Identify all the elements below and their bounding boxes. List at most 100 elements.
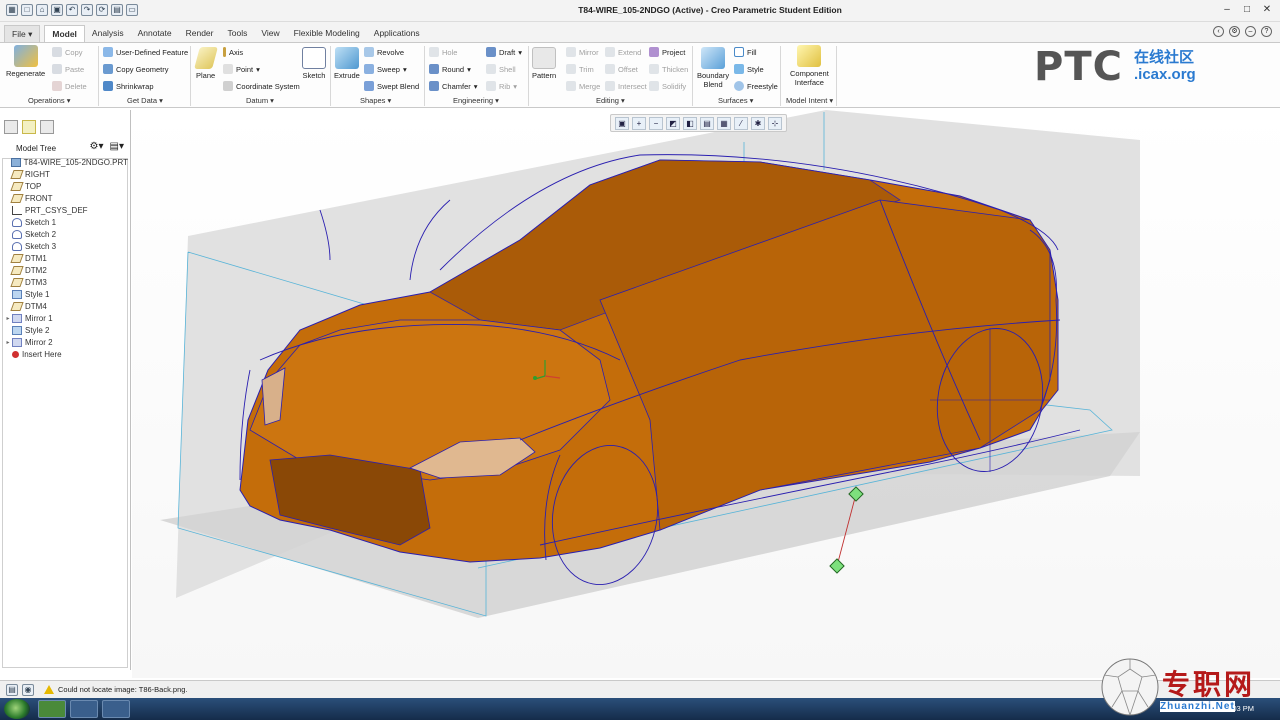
tab-view[interactable]: View	[254, 25, 286, 42]
tree-item[interactable]: Sketch 3	[4, 240, 128, 252]
tree-item[interactable]: Style 1	[4, 288, 128, 300]
tree-expand-icon[interactable]: ▸	[4, 339, 12, 346]
shrinkwrap-button[interactable]: Shrinkwrap	[103, 81, 154, 91]
fill-button[interactable]: Fill	[734, 47, 757, 57]
boundary-blend-button[interactable]: Boundary Blend	[697, 47, 729, 89]
close-icon[interactable]: ✕	[1260, 3, 1274, 17]
display-style-icon[interactable]: ◧	[683, 117, 697, 130]
trim-button[interactable]: Trim	[566, 64, 594, 74]
extrude-button[interactable]: Extrude	[334, 47, 360, 80]
tree-expand-icon[interactable]: ▸	[4, 315, 12, 322]
paste-button[interactable]: Paste	[52, 64, 84, 74]
hole-button[interactable]: Hole	[429, 47, 457, 57]
regenerate-button[interactable]: Regenerate	[6, 45, 45, 78]
tab-applications[interactable]: Applications	[367, 25, 427, 42]
start-button-icon[interactable]	[4, 699, 30, 719]
draft-button[interactable]: Draft ▾	[486, 47, 522, 57]
tab-analysis[interactable]: Analysis	[85, 25, 131, 42]
solidify-button[interactable]: Solidify	[649, 81, 686, 91]
group-shapes[interactable]: Shapes ▾	[360, 96, 391, 105]
mirror-button[interactable]: Mirror	[566, 47, 599, 57]
minimize-icon[interactable]: –	[1220, 3, 1234, 17]
minimize-ribbon-icon[interactable]: –	[1245, 26, 1256, 37]
tree-item[interactable]: RIGHT	[4, 168, 128, 180]
swept-blend-button[interactable]: Swept Blend	[364, 81, 419, 91]
saved-views-icon[interactable]: ▤	[700, 117, 714, 130]
app-menu-icon[interactable]: ▦	[6, 4, 18, 16]
windows-icon[interactable]: ▤	[111, 4, 123, 16]
regenerate-icon[interactable]: ⟳	[96, 4, 108, 16]
sketch-button[interactable]: Sketch	[302, 47, 326, 80]
redo-icon[interactable]: ↷	[81, 4, 93, 16]
tree-show-icon[interactable]: ▤▾	[110, 141, 124, 152]
group-datum[interactable]: Datum ▾	[246, 96, 274, 105]
sweep-button[interactable]: Sweep ▾	[364, 64, 407, 74]
folder-browser-tab-icon[interactable]	[22, 120, 36, 134]
project-button[interactable]: Project	[649, 47, 685, 57]
graphics-window[interactable]: ▣ + − ◩ ◧ ▤ ▦ ⁄ ✱ ⊹	[132, 110, 1280, 678]
extend-button[interactable]: Extend	[605, 47, 641, 57]
tab-file[interactable]: File ▾	[4, 25, 41, 42]
tree-item[interactable]: DTM1	[4, 252, 128, 264]
taskbar-cmd-icon[interactable]	[70, 700, 98, 718]
style-button[interactable]: Style	[734, 64, 764, 74]
offset-button[interactable]: Offset	[605, 64, 638, 74]
model-viewport[interactable]	[132, 110, 1280, 678]
freestyle-button[interactable]: Freestyle	[734, 81, 778, 91]
open-icon[interactable]: ⌂	[36, 4, 48, 16]
tree-item[interactable]: Style 2	[4, 324, 128, 336]
toggle-browser-icon[interactable]: ◉	[22, 684, 34, 696]
view-manager-icon[interactable]: ▦	[717, 117, 731, 130]
tree-item[interactable]: PRT_CSYS_DEF	[4, 204, 128, 216]
group-engineering[interactable]: Engineering ▾	[453, 96, 499, 105]
tab-flexible-modeling[interactable]: Flexible Modeling	[287, 25, 367, 42]
pattern-button[interactable]: Pattern	[532, 47, 556, 80]
copy-geometry-button[interactable]: Copy Geometry	[103, 64, 169, 74]
tree-item[interactable]: DTM3	[4, 276, 128, 288]
model-tree-tab-icon[interactable]	[4, 120, 18, 134]
tab-annotate[interactable]: Annotate	[131, 25, 179, 42]
tree-item[interactable]: Insert Here	[4, 348, 128, 360]
group-editing[interactable]: Editing ▾	[596, 96, 625, 105]
chamfer-button[interactable]: Chamfer ▾	[429, 81, 478, 91]
tree-item[interactable]: Sketch 2	[4, 228, 128, 240]
plane-button[interactable]: Plane	[193, 47, 218, 80]
axis-button[interactable]: Axis	[223, 47, 243, 57]
round-button[interactable]: Round ▾	[429, 64, 471, 74]
gear-icon[interactable]: ⚙	[1229, 26, 1240, 37]
repaint-icon[interactable]: ◩	[666, 117, 680, 130]
group-operations[interactable]: Operations ▾	[28, 96, 71, 105]
toggle-navigator-icon[interactable]: ▤	[6, 684, 18, 696]
intersect-button[interactable]: Intersect	[605, 81, 647, 91]
tree-item[interactable]: T84-WIRE_105-2NDGO.PRT	[4, 156, 128, 168]
shell-button[interactable]: Shell	[486, 64, 516, 74]
maximize-icon[interactable]: □	[1240, 3, 1254, 17]
refit-icon[interactable]: ▣	[615, 117, 629, 130]
tree-item[interactable]: Sketch 1	[4, 216, 128, 228]
coordinate-system-button[interactable]: Coordinate System	[223, 81, 300, 91]
close-window-icon[interactable]: ▭	[126, 4, 138, 16]
copy-button[interactable]: Copy	[52, 47, 83, 57]
group-model-intent[interactable]: Model Intent ▾	[786, 96, 833, 105]
group-get-data[interactable]: Get Data ▾	[127, 96, 163, 105]
new-icon[interactable]: □	[21, 4, 33, 16]
tree-item[interactable]: TOP	[4, 180, 128, 192]
tree-item[interactable]: DTM4	[4, 300, 128, 312]
thicken-button[interactable]: Thicken	[649, 64, 688, 74]
favorites-tab-icon[interactable]	[40, 120, 54, 134]
taskbar-creo-icon[interactable]	[38, 700, 66, 718]
tab-render[interactable]: Render	[179, 25, 221, 42]
annotation-display-icon[interactable]: ⊹	[768, 117, 782, 130]
taskbar-explorer-icon[interactable]	[102, 700, 130, 718]
tree-item[interactable]: ▸ Mirror 1	[4, 312, 128, 324]
datum-display-icon[interactable]: ⁄	[734, 117, 748, 130]
point-button[interactable]: Point ▾	[223, 64, 260, 74]
tree-item[interactable]: ▸ Mirror 2	[4, 336, 128, 348]
component-interface-button[interactable]: Component Interface	[790, 45, 829, 87]
revolve-button[interactable]: Revolve	[364, 47, 404, 57]
rib-button[interactable]: Rib ▾	[486, 81, 517, 91]
tree-settings-icon[interactable]: ⚙▾	[90, 141, 104, 152]
user-defined-feature-button[interactable]: User-Defined Feature	[103, 47, 188, 57]
tree-item[interactable]: DTM2	[4, 264, 128, 276]
zoom-in-icon[interactable]: +	[632, 117, 646, 130]
